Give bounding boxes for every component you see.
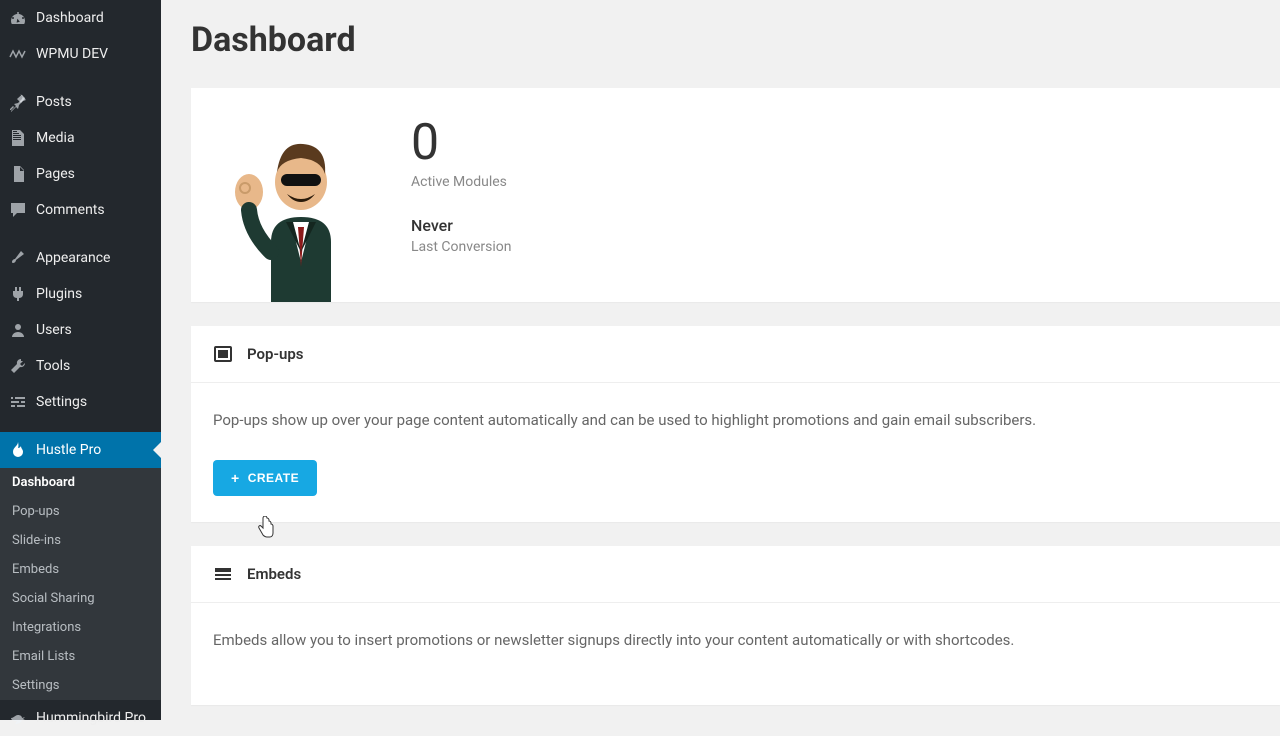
sidebar-item-appearance[interactable]: Appearance: [0, 240, 161, 276]
active-modules-value: 0: [411, 118, 511, 168]
sidebar-item-users[interactable]: Users: [0, 312, 161, 348]
plug-icon: [8, 284, 28, 304]
stats-column: 0 Active Modules Never Last Conversion: [411, 88, 511, 285]
popups-header: Pop-ups: [191, 326, 1280, 383]
plus-icon: +: [231, 470, 240, 486]
popups-description: Pop-ups show up over your page content a…: [213, 409, 1258, 432]
embed-icon: [213, 564, 233, 584]
page-icon: [8, 164, 28, 184]
embeds-description: Embeds allow you to insert promotions or…: [213, 629, 1258, 652]
create-popup-button[interactable]: + CREATE: [213, 460, 317, 496]
sidebar-item-label: Settings: [36, 394, 87, 410]
bird-icon: [8, 708, 28, 728]
sidebar-item-wpmu[interactable]: WPMU DEV: [0, 36, 161, 72]
admin-sidebar: Dashboard WPMU DEV Posts Media Pages Com…: [0, 0, 161, 720]
dashboard-icon: [8, 8, 28, 28]
sidebar-item-posts[interactable]: Posts: [0, 84, 161, 120]
sidebar-sub-social[interactable]: Social Sharing: [0, 584, 161, 613]
sidebar-sub-embeds[interactable]: Embeds: [0, 555, 161, 584]
main-content: Dashboard: [161, 0, 1280, 720]
sidebar-item-label: Appearance: [36, 250, 110, 266]
sidebar-item-label: Comments: [36, 202, 105, 218]
sidebar-item-hustle-pro[interactable]: Hustle Pro: [0, 432, 161, 468]
sidebar-sub-settings[interactable]: Settings: [0, 671, 161, 700]
embeds-card: Embeds Embeds allow you to insert promot…: [191, 546, 1280, 706]
sidebar-item-label: Users: [36, 322, 72, 338]
sidebar-submenu: Dashboard Pop-ups Slide-ins Embeds Socia…: [0, 468, 161, 700]
sidebar-item-label: Media: [36, 130, 75, 146]
sliders-icon: [8, 392, 28, 412]
create-button-label: CREATE: [248, 471, 299, 485]
sidebar-item-comments[interactable]: Comments: [0, 192, 161, 228]
popup-icon: [213, 344, 233, 364]
last-conversion-label: Last Conversion: [411, 239, 511, 255]
sidebar-sub-popups[interactable]: Pop-ups: [0, 497, 161, 526]
sidebar-sub-integrations[interactable]: Integrations: [0, 613, 161, 642]
page-title: Dashboard: [191, 20, 1280, 60]
sidebar-item-label: Hummingbird Pro: [36, 710, 146, 726]
popups-card: Pop-ups Pop-ups show up over your page c…: [191, 326, 1280, 522]
sidebar-item-settings[interactable]: Settings: [0, 384, 161, 420]
popups-title: Pop-ups: [247, 345, 303, 363]
sidebar-item-label: Dashboard: [36, 10, 104, 26]
media-icon: [8, 128, 28, 148]
flame-icon: [8, 440, 28, 460]
embeds-title: Embeds: [247, 565, 301, 583]
sidebar-sub-emaillists[interactable]: Email Lists: [0, 642, 161, 671]
sidebar-item-tools[interactable]: Tools: [0, 348, 161, 384]
last-conversion-value: Never: [411, 216, 511, 235]
embeds-header: Embeds: [191, 546, 1280, 603]
sidebar-item-label: Tools: [36, 358, 70, 374]
sidebar-item-label: WPMU DEV: [36, 46, 108, 62]
sidebar-sub-dashboard[interactable]: Dashboard: [0, 468, 161, 497]
sidebar-item-hummingbird[interactable]: Hummingbird Pro: [0, 700, 161, 736]
sidebar-item-plugins[interactable]: Plugins: [0, 276, 161, 312]
sidebar-item-label: Hustle Pro: [36, 442, 101, 458]
user-icon: [8, 320, 28, 340]
wrench-icon: [8, 356, 28, 376]
sidebar-item-dashboard[interactable]: Dashboard: [0, 0, 161, 36]
pin-icon: [8, 92, 28, 112]
wpmu-icon: [8, 44, 28, 64]
sidebar-sub-slideins[interactable]: Slide-ins: [0, 526, 161, 555]
hustle-avatar: [191, 88, 411, 302]
stats-card: 0 Active Modules Never Last Conversion: [191, 88, 1280, 302]
sidebar-item-label: Posts: [36, 94, 72, 110]
brush-icon: [8, 248, 28, 268]
sidebar-item-pages[interactable]: Pages: [0, 156, 161, 192]
sidebar-item-label: Plugins: [36, 286, 82, 302]
comment-icon: [8, 200, 28, 220]
sidebar-item-label: Pages: [36, 166, 75, 182]
sidebar-item-media[interactable]: Media: [0, 120, 161, 156]
active-modules-label: Active Modules: [411, 174, 511, 190]
